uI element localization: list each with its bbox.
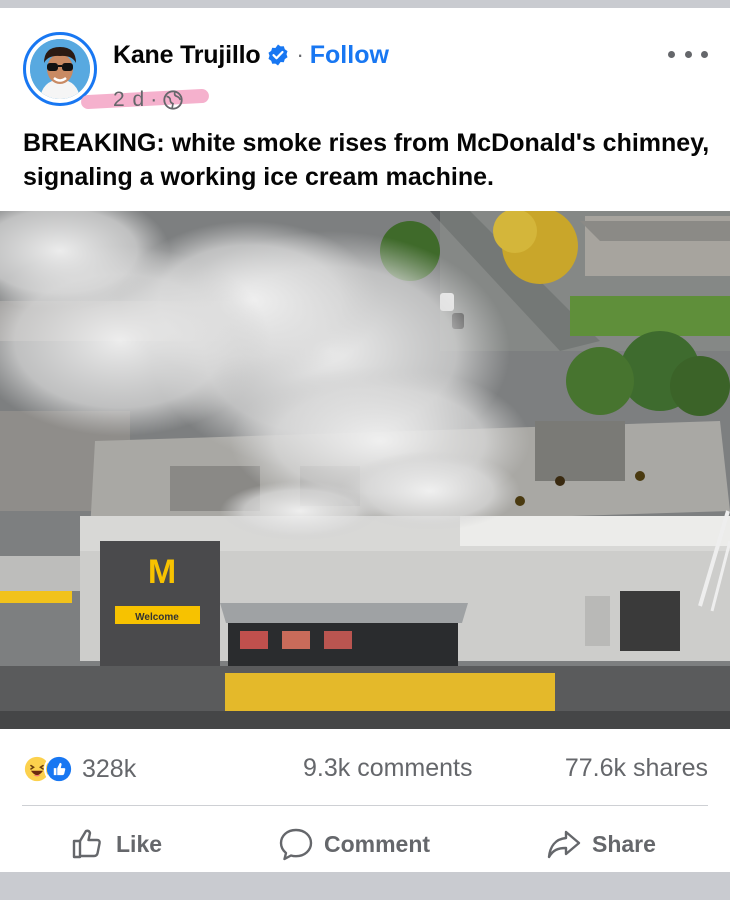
engagement-stats: 328k 9.3k comments 77.6k shares <box>22 750 708 790</box>
more-options-icon[interactable] <box>668 42 708 66</box>
post-timestamp[interactable]: 2 d <box>113 88 145 112</box>
like-reaction-icon <box>44 754 74 784</box>
svg-text:M: M <box>148 553 176 591</box>
author-row: Kane Trujillo · Follow <box>113 38 389 72</box>
share-arrow-icon <box>547 830 581 859</box>
like-label: Like <box>116 830 163 857</box>
more-dot <box>701 50 708 58</box>
share-button[interactable]: Share <box>546 822 656 866</box>
share-label: Share <box>592 830 656 857</box>
post-photo[interactable]: M Welcome <box>0 211 730 729</box>
more-dot <box>668 50 675 58</box>
avatar-image <box>30 39 90 99</box>
like-button[interactable]: Like <box>70 822 162 866</box>
feed-background-bottom <box>0 872 730 900</box>
comments-count[interactable]: 9.3k comments <box>303 754 473 783</box>
post-meta: 2 d · <box>80 86 210 114</box>
welcome-sign: Welcome <box>135 612 179 623</box>
verified-badge-icon <box>268 44 288 66</box>
follow-button[interactable]: Follow <box>310 41 389 70</box>
post-actions: Like Comment Share <box>0 816 730 872</box>
comment-button[interactable]: Comment <box>278 822 430 866</box>
post-card: Kane Trujillo · Follow 2 d · BREAKING: w… <box>0 8 730 872</box>
post-text: BREAKING: white smoke rises from McDonal… <box>23 129 710 191</box>
name-separator: · <box>296 42 304 67</box>
reactions-summary[interactable]: 328k <box>22 754 136 784</box>
stats-divider <box>22 805 708 806</box>
more-dot <box>684 50 692 58</box>
speech-bubble-icon <box>279 828 313 861</box>
author-name[interactable]: Kane Trujillo <box>113 41 261 70</box>
meta-separator: · <box>150 88 158 111</box>
comment-label: Comment <box>324 830 431 857</box>
shares-count[interactable]: 77.6k shares <box>565 754 708 783</box>
thumbs-up-icon <box>72 829 101 859</box>
feed-background-top <box>0 0 730 8</box>
reaction-count: 328k <box>82 754 137 783</box>
globe-icon <box>163 90 183 110</box>
